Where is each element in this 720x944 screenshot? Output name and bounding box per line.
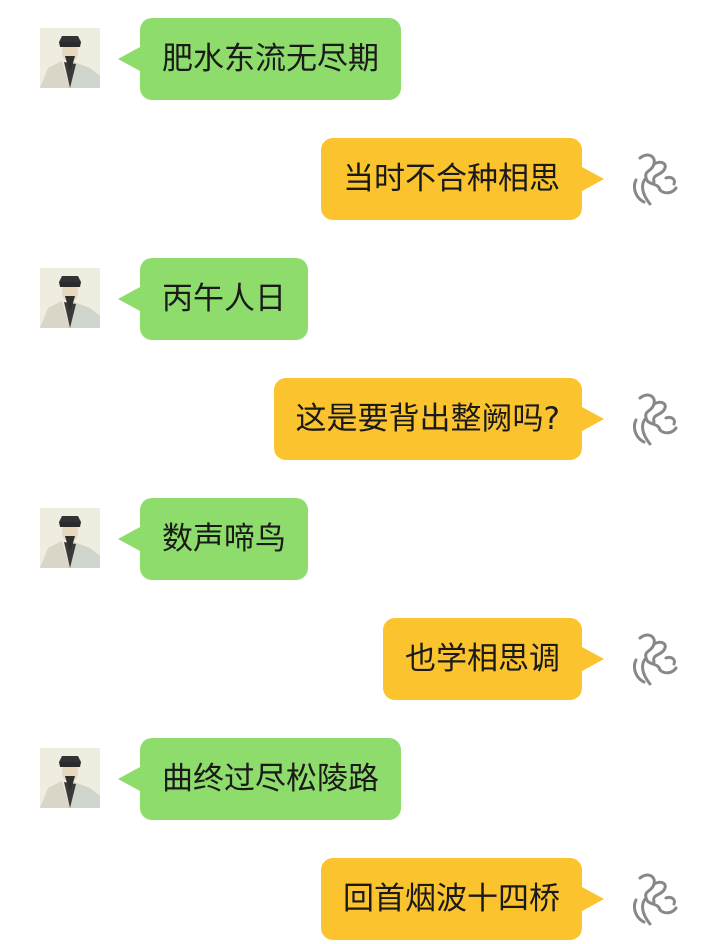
sender-avatar[interactable] bbox=[40, 28, 100, 88]
message-row: 当时不合种相思 bbox=[0, 138, 720, 222]
message-row: 这是要背出整阙吗? bbox=[0, 378, 720, 462]
outgoing-message-bubble[interactable]: 回首烟波十四桥 bbox=[321, 858, 582, 940]
sender-avatar[interactable] bbox=[40, 268, 100, 328]
bubble-tail bbox=[582, 407, 604, 431]
incoming-message-bubble[interactable]: 数声啼鸟 bbox=[140, 498, 308, 580]
bubble-tail bbox=[118, 47, 140, 71]
sender-avatar[interactable] bbox=[40, 508, 100, 568]
self-avatar[interactable] bbox=[622, 628, 682, 688]
bubble-tail bbox=[118, 287, 140, 311]
message-row: 也学相思调 bbox=[0, 618, 720, 702]
message-row: 回首烟波十四桥 bbox=[0, 858, 720, 942]
self-avatar[interactable] bbox=[622, 868, 682, 928]
bubble-tail bbox=[582, 887, 604, 911]
outgoing-message-bubble[interactable]: 当时不合种相思 bbox=[321, 138, 582, 220]
bubble-tail bbox=[582, 647, 604, 671]
bubble-tail bbox=[118, 527, 140, 551]
outgoing-message-bubble[interactable]: 也学相思调 bbox=[383, 618, 582, 700]
incoming-message-bubble[interactable]: 曲终过尽松陵路 bbox=[140, 738, 401, 820]
message-row: 丙午人日 bbox=[0, 258, 720, 342]
incoming-message-bubble[interactable]: 肥水东流无尽期 bbox=[140, 18, 401, 100]
message-row: 肥水东流无尽期 bbox=[0, 18, 720, 102]
self-avatar[interactable] bbox=[622, 388, 682, 448]
self-avatar[interactable] bbox=[622, 148, 682, 208]
bubble-tail bbox=[582, 167, 604, 191]
outgoing-message-bubble[interactable]: 这是要背出整阙吗? bbox=[273, 378, 582, 460]
sender-avatar[interactable] bbox=[40, 748, 100, 808]
message-row: 曲终过尽松陵路 bbox=[0, 738, 720, 822]
incoming-message-bubble[interactable]: 丙午人日 bbox=[140, 258, 308, 340]
message-row: 数声啼鸟 bbox=[0, 498, 720, 582]
bubble-tail bbox=[118, 767, 140, 791]
